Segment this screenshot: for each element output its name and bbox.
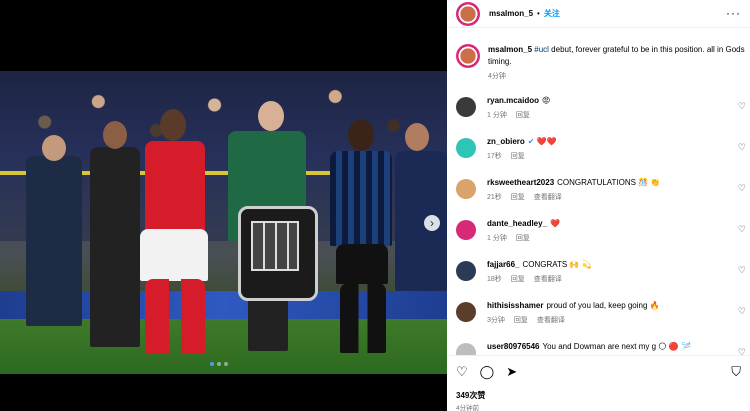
comment-text: proud of you lad, keep going 🔥: [546, 301, 660, 310]
more-horizontal-icon[interactable]: ···: [726, 6, 741, 20]
comment-text: ❤️: [550, 219, 560, 228]
comment-item: zn_obiero ✔ ❤️❤️ 17秒 回复 ♡: [456, 136, 746, 177]
share-icon[interactable]: ➤: [506, 364, 517, 380]
comment-username[interactable]: zn_obiero: [487, 137, 525, 146]
post-media: ›: [0, 0, 447, 411]
caption-time: 4分钟: [488, 73, 506, 80]
comment-item: dante_headley_ ❤️ 1 分钟 回复 ♡: [456, 218, 746, 259]
avatar[interactable]: [456, 138, 476, 158]
likes-count[interactable]: 349次赞: [456, 390, 485, 401]
chevron-right-icon[interactable]: ›: [424, 215, 440, 231]
comment-time: 3分钟: [487, 317, 505, 324]
comment-text: CONGRATS 🙌 💫: [522, 260, 592, 269]
avatar[interactable]: [456, 179, 476, 199]
comment-time: 1 分钟: [487, 112, 507, 119]
post-caption: msalmon_5 #ucl debut, forever grateful t…: [456, 44, 746, 81]
verified-icon: ✔: [527, 137, 537, 146]
carousel-dot[interactable]: [210, 362, 214, 366]
comment-list: ryan.mcaidoo 😡 1 分钟 回复 ♡ zn_obiero ✔ ❤️❤️ 17秒 回复…: [456, 95, 746, 382]
translate-button[interactable]: 查看翻译: [534, 192, 562, 202]
comment-username[interactable]: ryan.mcaidoo: [487, 96, 539, 105]
comment-text: CONGRATULATIONS 🎊 👏: [557, 178, 661, 187]
post-header: msalmon_5 • 关注 ···: [447, 0, 750, 28]
comment-text: 😡: [542, 96, 551, 105]
substitution-board: [238, 206, 318, 301]
comment-icon[interactable]: ◯: [480, 364, 495, 380]
heart-icon[interactable]: ♡: [738, 224, 746, 235]
comment-time: 21秒: [487, 194, 502, 201]
separator-dot: •: [537, 9, 540, 18]
reply-button[interactable]: 回复: [511, 274, 525, 284]
avatar[interactable]: [456, 302, 476, 322]
post-photo: [0, 71, 447, 374]
action-bar: ♡ ◯ ➤ ⛉ 349次赞 4分钟前: [447, 355, 750, 411]
comment-time: 1 分钟: [487, 235, 507, 242]
bookmark-icon[interactable]: ⛉: [731, 364, 741, 380]
reply-button[interactable]: 回复: [514, 315, 528, 325]
reply-button[interactable]: 回复: [516, 233, 530, 243]
comment-item: ryan.mcaidoo 😡 1 分钟 回复 ♡: [456, 95, 746, 136]
comment-time: 17秒: [487, 153, 502, 160]
avatar[interactable]: [456, 97, 476, 117]
reply-button[interactable]: 回复: [511, 192, 525, 202]
avatar[interactable]: [456, 44, 480, 68]
comment-item: fajjar66_ CONGRATS 🙌 💫 18秒 回复 查看翻译 ♡: [456, 259, 746, 300]
avatar[interactable]: [456, 1, 480, 26]
post-sidebar: msalmon_5 • 关注 ··· msalmon_5 #ucl debut,…: [447, 0, 750, 411]
avatar[interactable]: [456, 261, 476, 281]
comment-text: You and Dowman are next my g 🌕 🔴 🪡: [542, 342, 691, 351]
heart-icon[interactable]: ♡: [738, 265, 746, 276]
comment-username[interactable]: hithisisshamer: [487, 301, 543, 310]
translate-button[interactable]: 查看翻译: [534, 274, 562, 284]
avatar[interactable]: [456, 220, 476, 240]
reply-button[interactable]: 回复: [516, 110, 530, 120]
comment-item: hithisisshamer proud of you lad, keep goi…: [456, 300, 746, 341]
post-time: 4分钟前: [456, 405, 480, 411]
comment-username[interactable]: user80976546: [487, 342, 540, 351]
carousel-dot[interactable]: [217, 362, 221, 366]
comment-username[interactable]: fajjar66_: [487, 260, 519, 269]
follow-button[interactable]: 关注: [544, 8, 560, 19]
post-username[interactable]: msalmon_5: [489, 9, 533, 18]
comment-item: rksweetheart2023 CONGRATULATIONS 🎊 👏 21秒 回复…: [456, 177, 746, 218]
heart-icon[interactable]: ♡: [738, 183, 746, 194]
carousel-dots: [210, 362, 228, 366]
reply-button[interactable]: 回复: [511, 151, 525, 161]
comment-username[interactable]: rksweetheart2023: [487, 178, 554, 187]
carousel-dot[interactable]: [224, 362, 228, 366]
comment-time: 18秒: [487, 276, 502, 283]
translate-button[interactable]: 查看翻译: [537, 315, 565, 325]
heart-icon[interactable]: ♡: [738, 101, 746, 112]
heart-icon[interactable]: ♡: [738, 306, 746, 317]
heart-icon[interactable]: ♡: [456, 364, 468, 380]
caption-username[interactable]: msalmon_5: [488, 45, 532, 54]
comment-text: ❤️❤️: [536, 137, 557, 146]
caption-hashtag[interactable]: #ucl: [534, 45, 549, 54]
comment-username[interactable]: dante_headley_: [487, 219, 547, 228]
heart-icon[interactable]: ♡: [738, 142, 746, 153]
